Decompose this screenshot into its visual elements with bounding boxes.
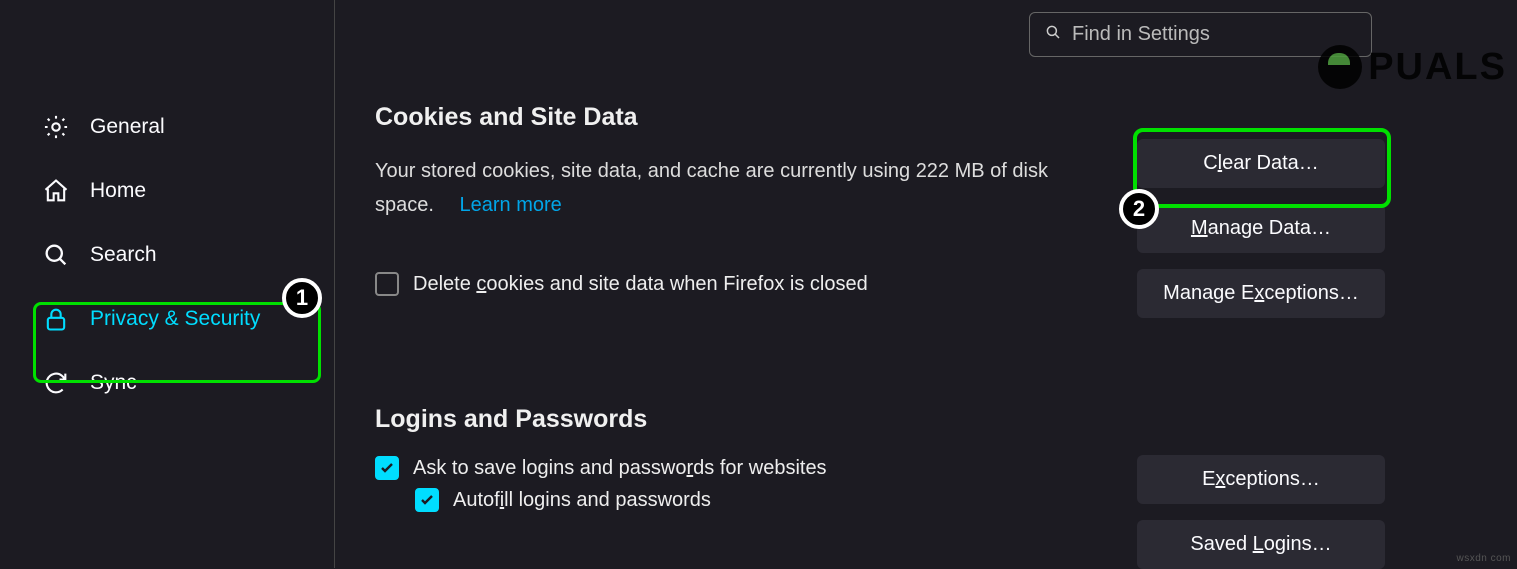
sidebar-item-label: General: [90, 115, 165, 139]
learn-more-link[interactable]: Learn more: [460, 194, 562, 216]
manage-exceptions-button[interactable]: Manage Exceptions…: [1137, 269, 1385, 318]
sidebar-item-home[interactable]: Home: [0, 159, 334, 223]
logins-button-column: Exceptions… Saved Logins…: [1137, 455, 1385, 569]
search-icon: [1044, 23, 1062, 46]
watermark: PUALS: [1318, 45, 1507, 89]
manage-data-button[interactable]: Manage Data…: [1137, 204, 1385, 253]
watermark-small: wsxdn com: [1456, 553, 1511, 564]
logins-exceptions-button[interactable]: Exceptions…: [1137, 455, 1385, 504]
search-input[interactable]: [1072, 23, 1357, 46]
autofill-logins-label: Autofill logins and passwords: [453, 489, 711, 512]
cookies-title: Cookies and Site Data: [375, 103, 1517, 132]
lock-icon: [40, 303, 72, 335]
section-logins: Logins and Passwords Ask to save logins …: [375, 405, 1517, 520]
sidebar-item-privacy-security[interactable]: Privacy & Security: [0, 287, 334, 351]
delete-cookies-label: Delete cookies and site data when Firefo…: [413, 273, 868, 296]
sidebar-item-label: Search: [90, 243, 157, 267]
gear-icon: [40, 111, 72, 143]
section-cookies: Cookies and Site Data Your stored cookie…: [375, 103, 1517, 304]
sidebar-item-label: Sync: [90, 371, 137, 395]
ask-save-logins-checkbox[interactable]: [375, 456, 399, 480]
sidebar-item-sync[interactable]: Sync: [0, 351, 334, 415]
saved-logins-button[interactable]: Saved Logins…: [1137, 520, 1385, 569]
autofill-logins-checkbox[interactable]: [415, 488, 439, 512]
sync-icon: [40, 367, 72, 399]
search-icon: [40, 239, 72, 271]
sidebar-item-general[interactable]: General: [0, 95, 334, 159]
watermark-logo-icon: [1318, 45, 1362, 89]
cookies-size: 222 MB: [916, 160, 985, 182]
ask-save-logins-label: Ask to save logins and passwords for web…: [413, 457, 827, 480]
settings-sidebar: General Home Search Privacy & Security: [0, 0, 335, 568]
cookies-description: Your stored cookies, site data, and cach…: [375, 154, 1095, 222]
cookies-button-column: Clear Data… Manage Data… Manage Exceptio…: [1137, 139, 1385, 318]
sidebar-item-label: Home: [90, 179, 146, 203]
sidebar-item-search[interactable]: Search: [0, 223, 334, 287]
sidebar-item-label: Privacy & Security: [90, 307, 260, 331]
logins-title: Logins and Passwords: [375, 405, 1517, 434]
home-icon: [40, 175, 72, 207]
delete-cookies-checkbox[interactable]: [375, 272, 399, 296]
clear-data-button[interactable]: Clear Data…: [1137, 139, 1385, 188]
